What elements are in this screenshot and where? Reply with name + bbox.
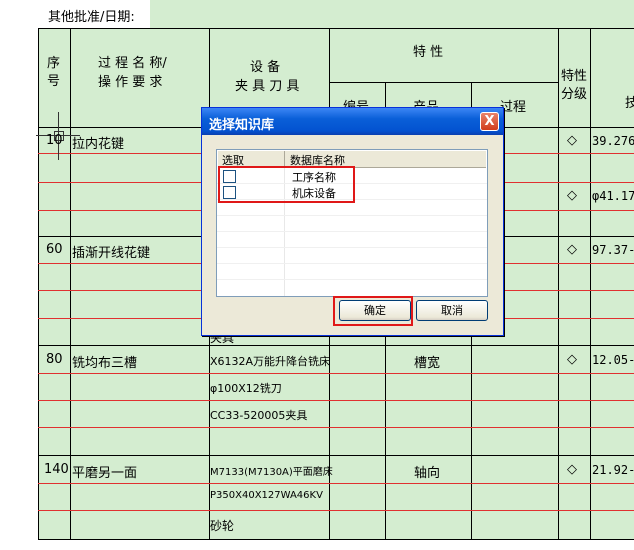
row-seq: 140 (44, 462, 69, 477)
dialog-titlebar[interactable]: 选择知识库 X (202, 108, 503, 135)
row-name: 铣均布三槽 (72, 356, 138, 371)
row-line (38, 483, 634, 484)
process-header-2: 操 作 要 求 (98, 75, 163, 90)
characteristic-subline (329, 82, 558, 83)
left-border (38, 0, 39, 540)
row-class-symbol: ◇ (567, 133, 577, 148)
characteristic-header: 特 性 (413, 45, 444, 60)
row-spec: 97.37-9 (592, 243, 634, 257)
row-product: 轴向 (414, 466, 441, 481)
bottom-border (38, 539, 634, 540)
row-product: 槽宽 (414, 356, 441, 371)
row-equipment: M7133(M7130A)平面磨床 (210, 467, 333, 478)
row-name: 拉内花键 (72, 137, 125, 152)
row-spec: 21.92-2 (592, 463, 634, 477)
row-equipment: 砂轮 (210, 519, 235, 533)
row-line (38, 373, 634, 374)
row-equipment: X6132A万能升降台铣床 (210, 355, 331, 368)
row-equipment: CC33-520005夹具 (210, 409, 308, 422)
row-seq: 80 (46, 352, 63, 367)
row-equipment: φ100X12铣刀 (210, 382, 282, 395)
special-header-2: 分级 (561, 87, 588, 102)
col-line-6 (558, 28, 559, 540)
row-equipment: P350X40X127WA46KV (210, 490, 323, 501)
row-name: 平磨另一面 (72, 466, 138, 481)
dialog-title: 选择知识库 (209, 118, 275, 133)
select-knowledge-base-dialog: 选择知识库 X 选取 数据库名称 工序名称 机床设备 确定 取消 (201, 107, 504, 336)
row-spec: φ41.17 (592, 189, 634, 203)
cancel-button[interactable]: 取消 (416, 300, 488, 321)
other-approval-label-text: 其他批准/日期: (48, 10, 135, 25)
process-header-1: 过 程 名 称/ (98, 56, 167, 71)
row-class-symbol: ◇ (567, 352, 577, 367)
equip-header-1: 设 备 (250, 60, 281, 75)
tech-header: 技 (625, 96, 634, 111)
row-line (38, 510, 634, 511)
special-header-1: 特性 (561, 69, 588, 84)
row-seq: 10 (46, 133, 63, 148)
col-line-1 (70, 28, 71, 540)
col-line-7 (590, 28, 591, 540)
row-spec: 12.05-1 (592, 353, 634, 367)
row-class-symbol: ◇ (567, 188, 577, 203)
row-line-black (38, 345, 634, 346)
equip-header-2: 夹 具 刀 具 (235, 79, 300, 94)
header-top-line (38, 28, 634, 29)
seq-header-1: 序 (47, 56, 61, 71)
row-spec: 39.276- (592, 134, 634, 148)
row-class-symbol: ◇ (567, 462, 577, 477)
row-line (38, 427, 634, 428)
row-class-symbol: ◇ (567, 242, 577, 257)
close-icon[interactable]: X (480, 112, 499, 131)
ok-highlight-box (333, 296, 413, 326)
row-name: 插渐开线花键 (72, 246, 151, 261)
row-seq: 60 (46, 242, 63, 257)
row-line-black (38, 455, 634, 456)
seq-header-2: 号 (47, 74, 61, 89)
items-highlight-box (218, 166, 355, 203)
row-line (38, 400, 634, 401)
